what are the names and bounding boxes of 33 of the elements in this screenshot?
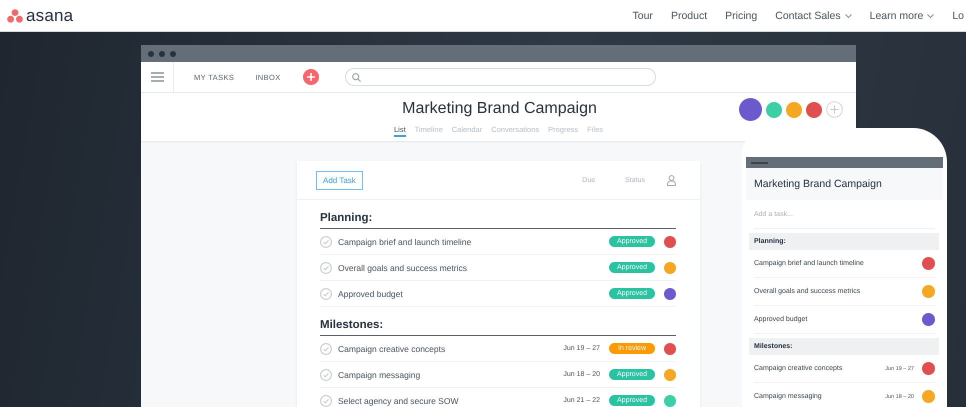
task-name[interactable]: Approved budget bbox=[338, 288, 403, 298]
caret-icon bbox=[927, 14, 934, 18]
project-title: Marketing Brand Campaign bbox=[402, 100, 597, 118]
task-name[interactable]: Campaign brief and launch timeline bbox=[338, 236, 472, 246]
nav-link[interactable]: Tour bbox=[632, 10, 653, 22]
logo-icon bbox=[7, 8, 23, 22]
nav-link[interactable]: Lo bbox=[952, 10, 964, 22]
menu-icon[interactable] bbox=[150, 72, 164, 82]
add-icon[interactable] bbox=[302, 69, 319, 85]
search-field[interactable] bbox=[344, 68, 656, 86]
check-icon[interactable] bbox=[320, 342, 332, 354]
project-title: Marketing Brand Campaign bbox=[754, 178, 882, 190]
check-icon[interactable] bbox=[320, 236, 332, 248]
logo-text[interactable]: asana bbox=[26, 6, 74, 26]
task-name[interactable]: Select agency and secure SOW bbox=[338, 396, 458, 406]
nav-link[interactable]: Learn more bbox=[870, 10, 934, 22]
search-icon bbox=[352, 72, 361, 82]
section-heading: Planning: bbox=[320, 200, 676, 229]
nav-link[interactable]: Product bbox=[670, 10, 708, 22]
window-controls-icon bbox=[148, 50, 178, 56]
check-icon[interactable] bbox=[320, 394, 332, 406]
add-member-icon[interactable] bbox=[826, 101, 843, 118]
person-icon[interactable] bbox=[667, 174, 676, 186]
caret-icon bbox=[844, 14, 852, 18]
section-heading: Milestones: bbox=[320, 307, 676, 336]
check-icon[interactable] bbox=[320, 288, 332, 300]
task-name[interactable]: Campaign messaging bbox=[338, 370, 420, 380]
check-icon[interactable] bbox=[320, 262, 332, 274]
nav-link[interactable]: Contact Sales bbox=[775, 10, 852, 22]
check-icon[interactable] bbox=[320, 368, 332, 380]
nav-link[interactable]: Pricing bbox=[725, 10, 758, 22]
task-name[interactable]: Overall goals and success metrics bbox=[338, 262, 467, 272]
task-name[interactable]: Campaign creative concepts bbox=[338, 344, 446, 354]
